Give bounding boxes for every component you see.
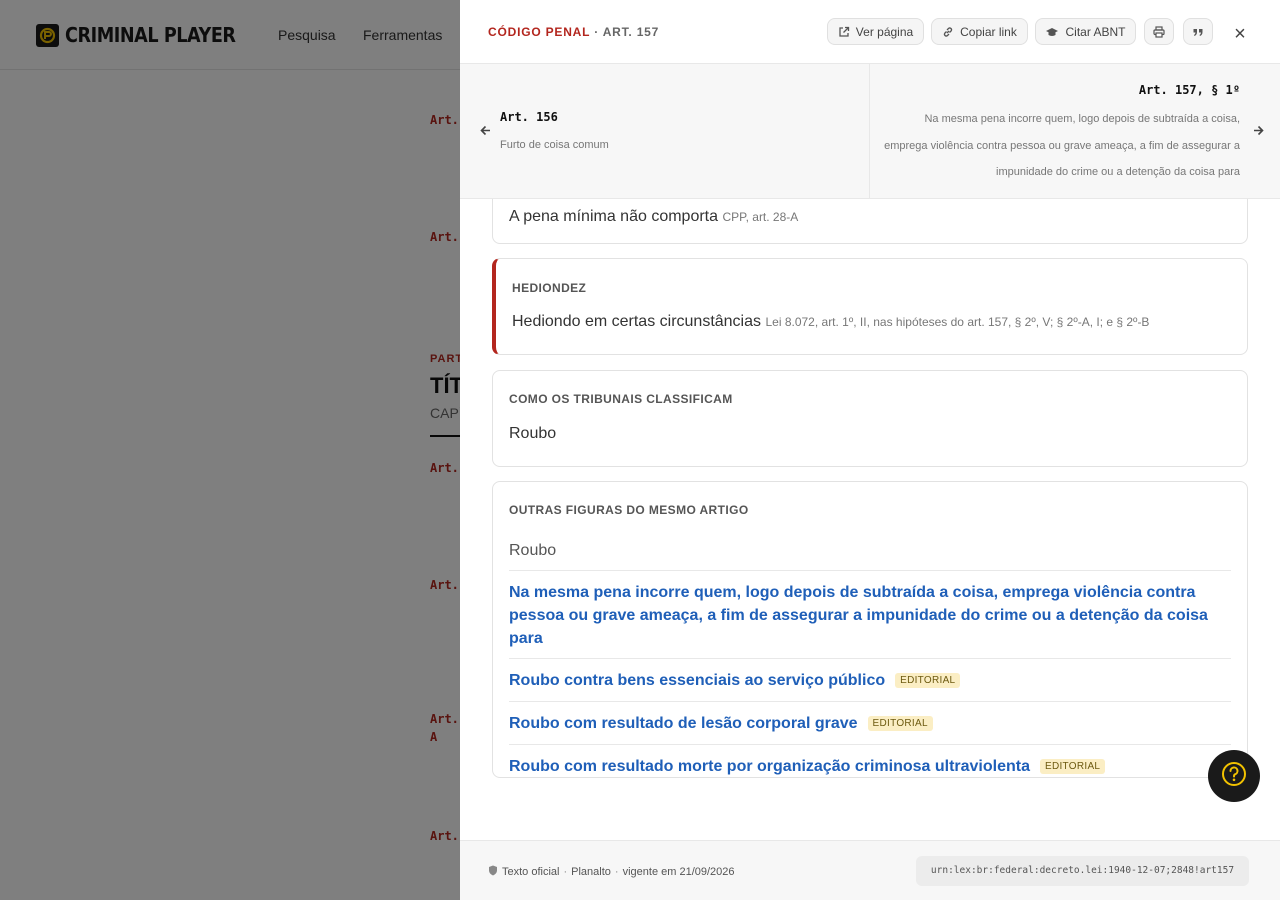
tribunais-label: COMO OS TRIBUNAIS CLASSIFICAM xyxy=(509,392,733,406)
breadcrumb-article: ART. 157 xyxy=(602,25,660,39)
next-article-link[interactable]: Art. 157, § 1º Na mesma pena incorre que… xyxy=(871,64,1280,199)
editorial-badge: EDITORIAL xyxy=(895,673,961,689)
close-icon[interactable]: × xyxy=(1230,24,1250,44)
prev-article-subtitle: Furto de coisa comum xyxy=(500,139,609,151)
copy-link-button[interactable]: Copiar link xyxy=(931,18,1028,45)
hediondez-card: HEDIONDEZ Hediondo em certas circunstânc… xyxy=(492,258,1248,355)
outras-figuras-label: OUTRAS FIGURAS DO MESMO ARTIGO xyxy=(509,503,749,517)
hediondez-label: HEDIONDEZ xyxy=(512,281,587,295)
arrow-left-icon xyxy=(480,123,491,140)
print-icon xyxy=(1153,25,1165,38)
editorial-badge: EDITORIAL xyxy=(1039,759,1106,775)
drawer-body[interactable]: A pena mínima não comporta CPP, art. 28-… xyxy=(460,199,1280,840)
official-text-label: Texto oficial xyxy=(502,866,560,878)
drawer-header: CÓDIGO PENAL · ART. 157 Ver página Copia… xyxy=(460,0,1280,64)
anpp-text: A pena mínima não comporta CPP, art. 28-… xyxy=(509,208,798,226)
figure-link[interactable]: Roubo com resultado de lesão corporal gr… xyxy=(509,715,858,732)
breadcrumb-code: CÓDIGO PENAL xyxy=(488,25,591,39)
list-item: Roubo xyxy=(509,530,1231,571)
figures-list: Roubo Na mesma pena incorre quem, logo d… xyxy=(509,530,1231,788)
urn-identifier[interactable]: urn:lex:br:federal:decreto.lei:1940-12-0… xyxy=(916,856,1249,886)
valid-date: vigente em 21/09/2026 xyxy=(622,866,735,878)
copy-link-label: Copiar link xyxy=(960,24,1017,39)
figure-link[interactable]: Na mesma pena incorre quem, logo depois … xyxy=(509,584,1208,647)
figure-current: Roubo xyxy=(509,542,557,559)
arrow-right-icon xyxy=(1253,123,1264,140)
shield-icon xyxy=(488,865,498,879)
list-item[interactable]: Roubo contra bens essenciais ao serviço … xyxy=(509,659,1231,702)
list-item[interactable]: Roubo com resultado de lesão corporal gr… xyxy=(509,702,1231,745)
link-icon xyxy=(942,26,954,38)
prev-article-link[interactable]: Art. 156 Furto de coisa comum xyxy=(460,64,870,199)
separator: · xyxy=(614,866,619,878)
print-button[interactable] xyxy=(1144,18,1174,45)
tribunais-card: COMO OS TRIBUNAIS CLASSIFICAM Roubo xyxy=(492,370,1248,467)
figure-link[interactable]: Roubo contra bens essenciais ao serviço … xyxy=(509,672,885,689)
cite-abnt-button[interactable]: Citar ABNT xyxy=(1035,18,1136,45)
breadcrumb: CÓDIGO PENAL · ART. 157 xyxy=(488,25,659,39)
quote-button[interactable] xyxy=(1183,18,1213,45)
next-article-title: Art. 157, § 1º xyxy=(1138,83,1240,97)
outras-figuras-card: OUTRAS FIGURAS DO MESMO ARTIGO Roubo Na … xyxy=(492,481,1248,778)
anpp-value: A pena mínima não comporta xyxy=(509,208,719,225)
breadcrumb-separator: · xyxy=(594,25,599,39)
figure-link[interactable]: Roubo com resultado morte por organizaçã… xyxy=(509,758,1030,775)
hediondez-source: Lei 8.072, art. 1º, II, nas hipóteses do… xyxy=(765,315,1150,329)
source-label[interactable]: Planalto xyxy=(571,866,611,878)
view-page-button[interactable]: Ver página xyxy=(827,18,924,45)
next-article-subtitle: Na mesma pena incorre quem, logo depois … xyxy=(884,113,1240,178)
anpp-card: A pena mínima não comporta CPP, art. 28-… xyxy=(492,199,1248,244)
source-info: Texto oficial · Planalto · vigente em 21… xyxy=(488,865,735,879)
help-button[interactable] xyxy=(1208,750,1260,802)
external-link-icon xyxy=(838,26,850,38)
view-page-label: Ver página xyxy=(855,24,914,39)
hediondez-text: Hediondo em certas circunstâncias Lei 8.… xyxy=(512,313,1149,331)
article-navigation: Art. 156 Furto de coisa comum Art. 157, … xyxy=(460,64,1280,199)
drawer-footer: Texto oficial · Planalto · vigente em 21… xyxy=(460,840,1280,900)
anpp-source: CPP, art. 28-A xyxy=(722,210,799,224)
tribunais-value: Roubo xyxy=(509,425,557,442)
list-item[interactable]: Na mesma pena incorre quem, logo depois … xyxy=(509,571,1231,659)
cite-abnt-label: Citar ABNT xyxy=(1065,24,1126,39)
editorial-badge: EDITORIAL xyxy=(867,716,933,732)
quote-icon xyxy=(1192,26,1204,38)
list-item[interactable]: Roubo com resultado morte por organizaçã… xyxy=(509,745,1231,788)
graduation-cap-icon xyxy=(1045,26,1059,38)
hediondez-value: Hediondo em certas circunstâncias xyxy=(512,313,762,330)
prev-article-title: Art. 156 xyxy=(500,110,558,124)
article-drawer: CÓDIGO PENAL · ART. 157 Ver página Copia… xyxy=(460,0,1280,900)
help-icon xyxy=(1221,761,1247,792)
separator: · xyxy=(563,866,568,878)
